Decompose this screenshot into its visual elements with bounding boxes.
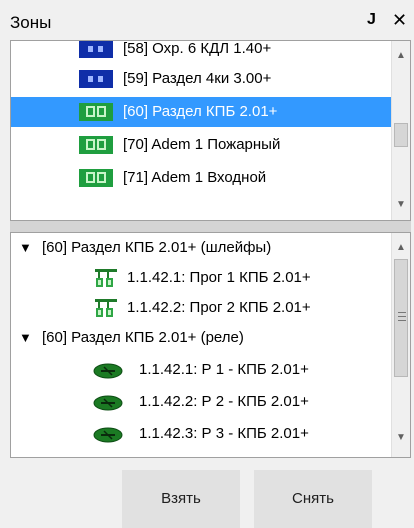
zone-blue-icon bbox=[79, 41, 113, 58]
close-icon[interactable]: ✕ bbox=[392, 11, 407, 29]
zone-green-icon bbox=[79, 103, 113, 121]
zones-list[interactable]: [58] Охр. 6 КДЛ 1.40+ [59] Раздел 4ки 3.… bbox=[10, 40, 411, 221]
list-item-selected[interactable]: [60] Раздел КПБ 2.01+ bbox=[11, 97, 393, 127]
tree-item[interactable]: 1.1.42.3: Р 3 - КПБ 2.01+ bbox=[11, 419, 393, 449]
zones-scrollbar[interactable]: ▲ ▼ bbox=[391, 41, 410, 220]
remove-button[interactable]: Снять bbox=[254, 470, 372, 528]
list-item[interactable]: [58] Охр. 6 КДЛ 1.40+ bbox=[11, 40, 393, 64]
tree-item[interactable]: 1.1.42.2: Прог 2 КПБ 2.01+ bbox=[11, 293, 393, 323]
scroll-down-arrow-icon[interactable]: ▼ bbox=[392, 429, 410, 447]
list-item-label: [70] Adem 1 Пожарный bbox=[123, 136, 281, 153]
list-item-label: [71] Adem 1 Входной bbox=[123, 169, 267, 186]
zone-details-tree[interactable]: ▼ [60] Раздел КПБ 2.01+ (шлейфы) 1.1.42.… bbox=[10, 232, 411, 458]
tree-item-label: 1.1.42.2: Р 2 - КПБ 2.01+ bbox=[139, 393, 309, 410]
pin-icon[interactable]: J bbox=[367, 12, 376, 28]
tree-item-label: 1.1.42.1: Р 1 - КПБ 2.01+ bbox=[139, 361, 309, 378]
tree-item-label: 1.1.42.1: Прог 1 КПБ 2.01+ bbox=[127, 269, 311, 286]
tree-item[interactable]: 1.1.42.2: Р 2 - КПБ 2.01+ bbox=[11, 387, 393, 417]
panel-titlebar: Зоны J ✕ bbox=[0, 0, 414, 40]
scroll-up-arrow-icon[interactable]: ▲ bbox=[392, 239, 410, 257]
expand-arrow-icon[interactable]: ▼ bbox=[19, 330, 32, 345]
zone-green-icon bbox=[79, 169, 113, 187]
tree-item[interactable]: 1.1.42.1: Р 1 - КПБ 2.01+ bbox=[11, 355, 393, 385]
zone-green-icon bbox=[79, 136, 113, 154]
list-item[interactable]: [70] Adem 1 Пожарный bbox=[11, 130, 393, 160]
tree-group-label: [60] Раздел КПБ 2.01+ (шлейфы) bbox=[42, 239, 272, 256]
tree-group-label: [60] Раздел КПБ 2.01+ (реле) bbox=[42, 329, 244, 346]
scroll-down-arrow-icon[interactable]: ▼ bbox=[392, 196, 410, 214]
zone-blue-icon bbox=[79, 70, 113, 88]
tree-item-label: 1.1.42.2: Прог 2 КПБ 2.01+ bbox=[127, 299, 311, 316]
loop-device-icon bbox=[95, 299, 117, 317]
panel-splitter[interactable] bbox=[10, 221, 411, 232]
details-scrollbar[interactable]: ▲ ▼ bbox=[391, 233, 410, 457]
panel-title: Зоны bbox=[10, 13, 52, 32]
scrollbar-thumb[interactable] bbox=[394, 259, 408, 377]
tree-item-label: 1.1.42.3: Р 3 - КПБ 2.01+ bbox=[139, 425, 309, 442]
expand-arrow-icon[interactable]: ▼ bbox=[19, 240, 32, 255]
list-item[interactable]: [59] Раздел 4ки 3.00+ bbox=[11, 64, 393, 94]
loop-device-icon bbox=[95, 269, 117, 287]
tree-group-relays[interactable]: ▼ [60] Раздел КПБ 2.01+ (реле) bbox=[11, 323, 393, 353]
scroll-up-arrow-icon[interactable]: ▲ bbox=[392, 47, 410, 65]
take-button[interactable]: Взять bbox=[122, 470, 240, 528]
list-item-label: [58] Охр. 6 КДЛ 1.40+ bbox=[123, 40, 272, 57]
tree-group-loops[interactable]: ▼ [60] Раздел КПБ 2.01+ (шлейфы) bbox=[11, 233, 393, 263]
relay-icon bbox=[93, 395, 123, 411]
relay-icon bbox=[93, 427, 123, 443]
relay-icon bbox=[93, 363, 123, 379]
list-item-label: [59] Раздел 4ки 3.00+ bbox=[123, 70, 272, 87]
scrollbar-thumb[interactable] bbox=[394, 123, 408, 147]
list-item-label: [60] Раздел КПБ 2.01+ bbox=[123, 103, 278, 120]
tree-item[interactable]: 1.1.42.1: Прог 1 КПБ 2.01+ bbox=[11, 263, 393, 293]
list-item[interactable]: [71] Adem 1 Входной bbox=[11, 163, 393, 193]
